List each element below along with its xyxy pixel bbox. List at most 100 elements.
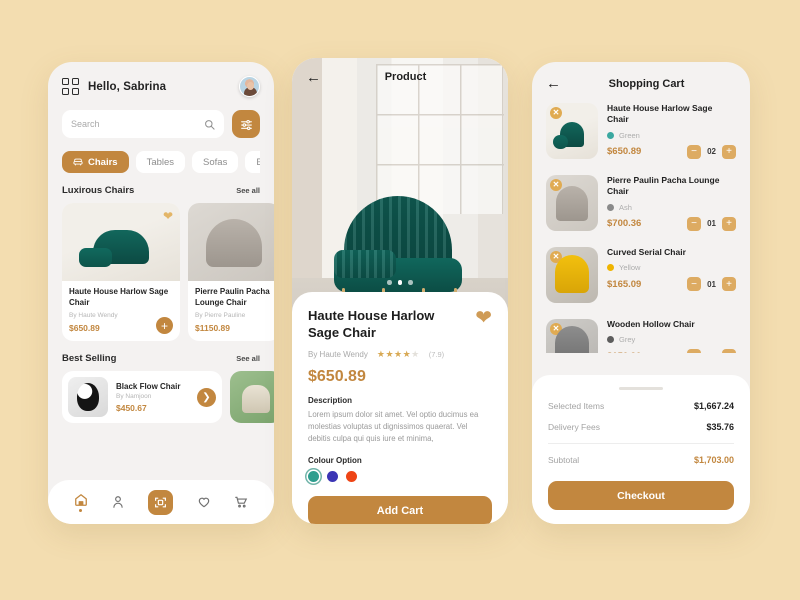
product-card[interactable]: Pierre Paulin Pacha Lounge Chair By Pier… bbox=[188, 203, 274, 342]
colour-swatches bbox=[308, 471, 492, 483]
product-card-body: Haute House Harlow Sage Chair By Haute W… bbox=[62, 281, 180, 341]
product-brand: By Namjoon bbox=[116, 393, 152, 401]
see-all-luxurious[interactable]: See all bbox=[236, 186, 260, 195]
filter-button[interactable] bbox=[232, 110, 260, 138]
nav-home[interactable] bbox=[74, 493, 88, 512]
cart-item-price: $165.09 bbox=[607, 278, 642, 290]
cart-item: ✕ Pierre Paulin Pacha Lounge Chair Ash $… bbox=[546, 167, 736, 239]
remove-item-button[interactable]: ✕ bbox=[550, 179, 562, 191]
product-card[interactable]: ❤ Haute House Harlow Sage Chair By Haute… bbox=[62, 203, 180, 342]
product-brand: By Pierre Pauline bbox=[195, 312, 246, 320]
cart-item-details: Pierre Paulin Pacha Lounge Chair Ash $70… bbox=[607, 175, 736, 231]
checkout-button[interactable]: Checkout bbox=[548, 481, 734, 510]
chip-tables[interactable]: Tables bbox=[135, 151, 186, 173]
product-image: ❤ bbox=[62, 203, 180, 281]
plus-icon[interactable]: + bbox=[722, 216, 736, 231]
colour-name: Yellow bbox=[619, 263, 641, 273]
chevron-right-icon[interactable]: ❯ bbox=[197, 387, 216, 407]
product-name: Black Flow Chair bbox=[116, 381, 181, 391]
active-indicator-dot bbox=[79, 508, 83, 512]
cart-item-name: Wooden Hollow Chair bbox=[607, 319, 695, 329]
gallery-dot-active[interactable] bbox=[397, 280, 403, 285]
cart-item-thumbnail: ✕ bbox=[546, 175, 598, 231]
product-brand: By Haute Wendy bbox=[69, 312, 118, 320]
person-icon bbox=[113, 496, 123, 508]
nav-scan[interactable] bbox=[148, 489, 174, 515]
colour-name: Green bbox=[619, 130, 640, 140]
product-name: Pierre Paulin Pacha Lounge Chair bbox=[195, 287, 270, 307]
product-card-body: Pierre Paulin Pacha Lounge Chair By Pier… bbox=[188, 281, 274, 341]
minus-icon[interactable]: − bbox=[687, 349, 702, 353]
quantity-value: 01 bbox=[707, 219, 716, 229]
search-input[interactable] bbox=[71, 119, 198, 129]
rating-value: (7.9) bbox=[428, 349, 445, 359]
cart-item-thumbnail: ✕ bbox=[546, 319, 598, 353]
chip-chairs[interactable]: Chairs bbox=[62, 151, 129, 173]
chip-beds[interactable]: Beds bbox=[245, 151, 260, 173]
remove-item-button[interactable]: ✕ bbox=[550, 323, 562, 335]
colour-swatch-blue[interactable] bbox=[327, 471, 338, 483]
gallery-dot[interactable] bbox=[408, 280, 413, 285]
colour-dot bbox=[607, 131, 614, 139]
cart-item: ✕ Curved Serial Chair Yellow $165.09 − 0… bbox=[546, 239, 736, 311]
cart-item-bottom: $150.90 − 02 + bbox=[607, 349, 736, 353]
chip-sofas[interactable]: Sofas bbox=[192, 151, 239, 173]
search-icon bbox=[205, 119, 215, 130]
avatar[interactable] bbox=[239, 76, 260, 97]
cart-item-colour: Green bbox=[607, 131, 736, 140]
list-item[interactable]: Black Flow Chair By Namjoon $450.67 ❯ bbox=[62, 371, 222, 424]
list-item[interactable] bbox=[230, 371, 274, 424]
sheet-grabber[interactable] bbox=[619, 387, 663, 390]
minus-icon[interactable]: − bbox=[687, 277, 702, 292]
remove-item-button[interactable]: ✕ bbox=[550, 251, 562, 263]
product-byline: By Haute Wendy ★★★★★ (7.9) bbox=[308, 349, 492, 360]
plus-icon[interactable]: + bbox=[722, 349, 736, 353]
cart-icon bbox=[235, 496, 248, 508]
product-topbar: ← Product bbox=[292, 58, 508, 96]
nav-cart[interactable] bbox=[234, 495, 248, 509]
grid-icon[interactable] bbox=[62, 78, 79, 95]
cart-item-price: $150.90 bbox=[607, 351, 641, 353]
product-image bbox=[188, 203, 274, 281]
search-box[interactable] bbox=[62, 110, 224, 138]
plus-icon[interactable]: + bbox=[722, 277, 736, 292]
shopping-cart-screen: ← Shopping Cart ✕ Haute House Harlow Sag… bbox=[532, 62, 750, 524]
cart-item-colour: Grey bbox=[607, 335, 736, 344]
cart-item: ✕ Wooden Hollow Chair Grey $150.90 − 02 … bbox=[546, 311, 736, 353]
cart-item-details: Haute House Harlow Sage Chair Green $650… bbox=[607, 103, 736, 159]
nav-profile[interactable] bbox=[111, 495, 125, 509]
heart-outline-icon bbox=[198, 497, 210, 508]
product-price: $650.89 bbox=[308, 367, 366, 385]
cart-topbar: ← Shopping Cart bbox=[532, 62, 750, 91]
minus-icon[interactable]: − bbox=[687, 216, 702, 231]
remove-item-button[interactable]: ✕ bbox=[550, 107, 562, 119]
summary-row-selected-items: Selected Items $1,667.24 bbox=[548, 401, 734, 411]
product-name: Haute House Harlow Sage Chair bbox=[69, 287, 169, 307]
colour-name: Grey bbox=[619, 335, 636, 345]
minus-icon[interactable]: − bbox=[687, 144, 702, 159]
cart-item-thumbnail: ✕ bbox=[546, 103, 598, 159]
quantity-stepper: − 01 + bbox=[687, 277, 736, 292]
summary-label: Selected Items bbox=[548, 401, 605, 411]
see-all-best-selling[interactable]: See all bbox=[236, 354, 260, 363]
quantity-value: 02 bbox=[707, 352, 716, 353]
gallery-dot[interactable] bbox=[387, 280, 392, 285]
heart-filled-icon[interactable]: ❤ bbox=[163, 209, 173, 223]
quantity-value: 02 bbox=[707, 147, 716, 157]
cart-item-name: Curved Serial Chair bbox=[607, 247, 686, 257]
colour-swatch-red[interactable] bbox=[346, 471, 357, 483]
cart-item-bottom: $650.89 − 02 + bbox=[607, 144, 736, 159]
nav-favorites[interactable] bbox=[197, 495, 211, 509]
luxurious-list: ❤ Haute House Harlow Sage Chair By Haute… bbox=[62, 203, 274, 342]
heart-filled-icon[interactable]: ❤ bbox=[475, 308, 492, 328]
home-icon bbox=[74, 493, 87, 506]
back-button[interactable]: ← bbox=[546, 76, 561, 91]
section-title: Best Selling bbox=[62, 353, 117, 365]
colour-swatch-teal[interactable] bbox=[308, 471, 319, 483]
category-chips: Chairs Tables Sofas Beds bbox=[62, 151, 260, 173]
cart-item-bottom: $165.09 − 01 + bbox=[607, 277, 736, 292]
add-to-cart-button[interactable]: + bbox=[156, 317, 173, 335]
back-button[interactable]: ← bbox=[306, 70, 321, 85]
add-cart-button[interactable]: Add Cart bbox=[308, 496, 492, 524]
plus-icon[interactable]: + bbox=[722, 144, 736, 159]
